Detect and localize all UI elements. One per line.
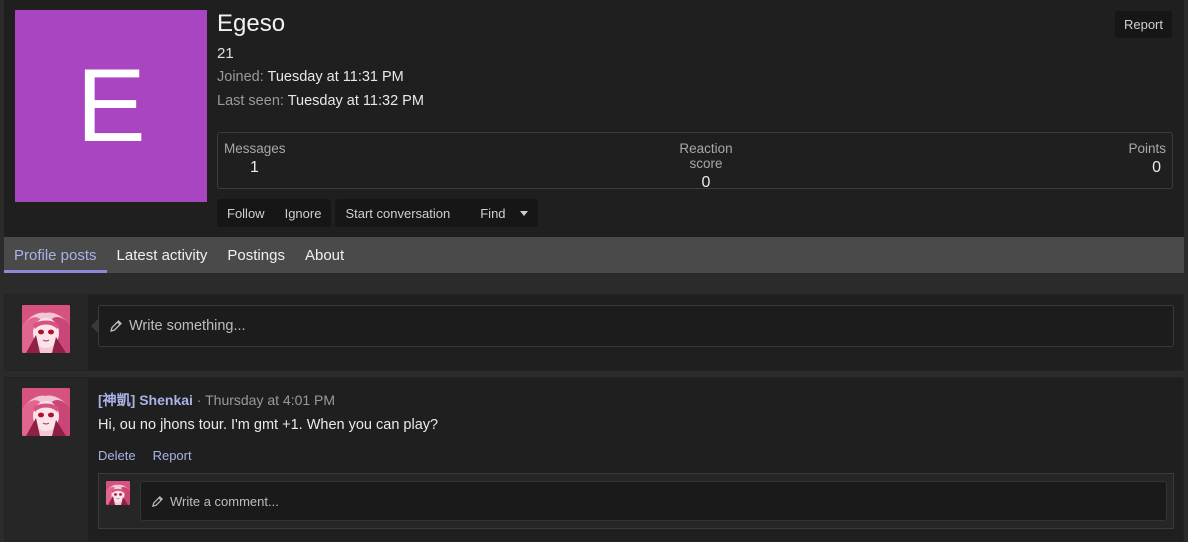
last-seen-value[interactable]: Tuesday at 11:32 PM — [288, 93, 424, 109]
post-actions: Delete Report — [98, 448, 192, 463]
conversation-find-group: Start conversation Find — [335, 199, 538, 227]
composer-pointer — [91, 319, 98, 333]
ignore-button[interactable]: Ignore — [275, 206, 332, 221]
stat-messages-label: Messages — [224, 141, 286, 156]
stat-points-label: Points — [1128, 141, 1166, 156]
find-menu-button[interactable]: Find — [460, 206, 537, 221]
find-label: Find — [480, 205, 506, 221]
joined-value[interactable]: Tuesday at 11:31 PM — [268, 69, 404, 85]
write-something-input[interactable]: Write something... — [98, 305, 1174, 347]
stat-messages: Messages 1 — [224, 141, 286, 177]
anime-avatar-image — [106, 481, 130, 505]
profile-avatar[interactable]: E — [15, 10, 207, 202]
joined-label: Joined: — [217, 69, 264, 85]
profile-header: E Egeso 21 Joined: Tuesday at 11:31 PM L… — [4, 0, 1184, 237]
profile-actions: Follow Ignore Start conversation Find — [217, 199, 538, 227]
pencil-icon — [110, 320, 122, 332]
report-post-link[interactable]: Report — [153, 448, 192, 463]
profile-user-title: 21 — [217, 45, 234, 62]
start-conversation-button[interactable]: Start conversation — [335, 206, 460, 221]
post-body: Hi, ou no jhons tour. I'm gmt +1. When y… — [98, 417, 439, 433]
write-comment-input[interactable]: Write a comment... — [140, 481, 1167, 521]
follow-ignore-group: Follow Ignore — [217, 199, 332, 227]
anime-avatar-image — [22, 388, 70, 436]
stat-reaction-score: Reaction score 0 — [663, 141, 749, 192]
avatar-letter: E — [76, 47, 146, 164]
stat-reaction-value[interactable]: 0 — [663, 174, 749, 192]
follow-button[interactable]: Follow — [217, 206, 275, 221]
comment-user-avatar[interactable] — [106, 481, 130, 505]
tab-about[interactable]: About — [295, 237, 354, 273]
joined-row: Joined: Tuesday at 11:31 PM — [217, 69, 404, 85]
anime-avatar-image — [22, 305, 70, 353]
profile-username: Egeso — [217, 10, 286, 37]
report-profile-button[interactable]: Report — [1114, 11, 1172, 38]
tab-profile-posts[interactable]: Profile posts — [4, 237, 107, 273]
post-datetime[interactable]: Thursday at 4:01 PM — [205, 392, 335, 408]
post-author-avatar[interactable] — [22, 388, 70, 436]
profile-post: [神凱] Shenkai · Thursday at 4:01 PM Hi, o… — [4, 377, 1184, 542]
post-author-link[interactable]: [神凱] Shenkai — [98, 392, 193, 408]
comment-box: Write a comment... — [98, 473, 1174, 529]
pencil-icon — [151, 495, 163, 507]
delete-post-link[interactable]: Delete — [98, 448, 136, 463]
stat-reaction-label: Reaction score — [679, 141, 733, 171]
stat-messages-value[interactable]: 1 — [224, 159, 286, 177]
write-comment-placeholder: Write a comment... — [170, 493, 279, 509]
stat-points-value[interactable]: 0 — [1128, 159, 1166, 177]
last-seen-row: Last seen: Tuesday at 11:32 PM — [217, 93, 424, 109]
profile-tabs: Profile posts Latest activity Postings A… — [4, 237, 1184, 273]
write-something-placeholder: Write something... — [129, 318, 246, 334]
current-user-avatar[interactable] — [22, 305, 70, 353]
profile-stats: Messages 1 Reaction score 0 Points 0 — [217, 132, 1173, 192]
chevron-down-icon — [519, 210, 528, 216]
profile-post-composer: Write something... — [4, 294, 1184, 371]
post-meta: [神凱] Shenkai · Thursday at 4:01 PM — [98, 390, 335, 410]
tab-latest-activity[interactable]: Latest activity — [107, 237, 218, 273]
stat-points: Points 0 — [1128, 141, 1166, 177]
post-separator: · — [196, 392, 202, 408]
last-seen-label: Last seen: — [217, 93, 284, 109]
tab-postings[interactable]: Postings — [217, 237, 295, 273]
